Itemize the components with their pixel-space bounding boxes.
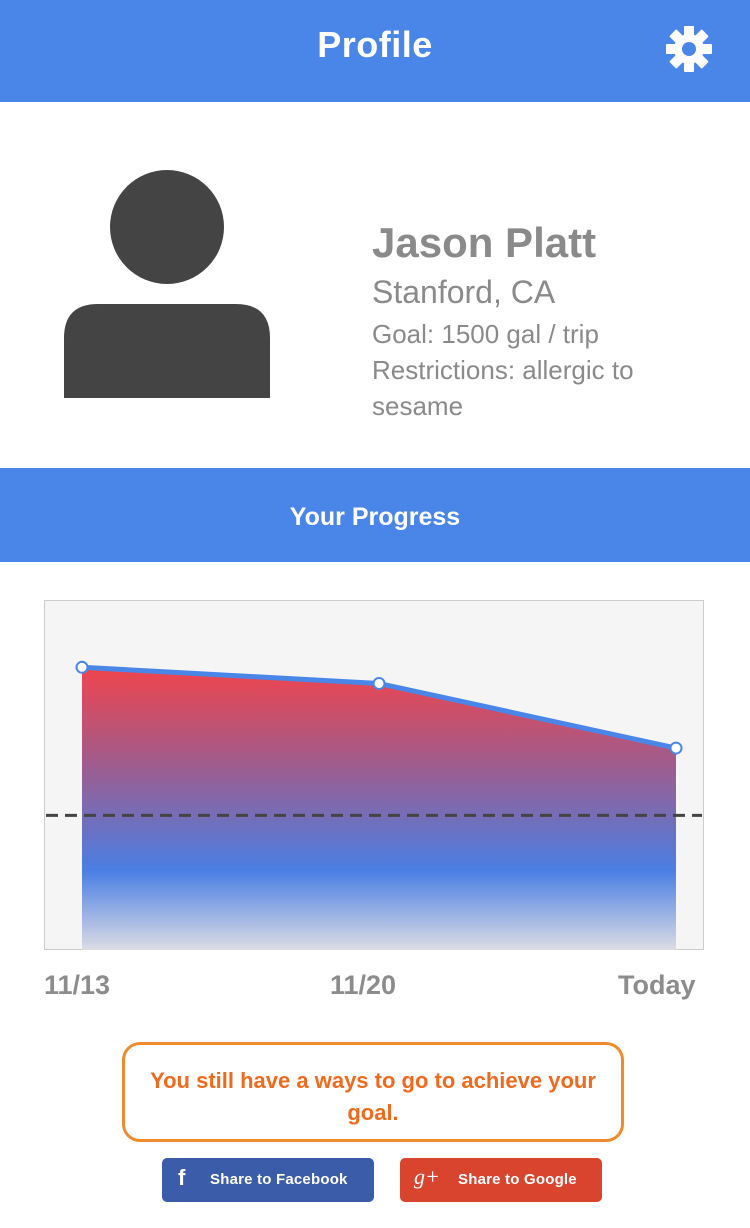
top-app-bar: Profile [0, 0, 750, 102]
progress-header-label: Your Progress [289, 503, 461, 531]
share-google-label: Share to Google [458, 1171, 577, 1188]
profile-location: Stanford, CA [372, 274, 556, 310]
progress-chart [44, 600, 704, 950]
user-avatar-icon [64, 170, 270, 398]
data-point[interactable] [75, 660, 89, 674]
progress-message: You still have a ways to go to achieve y… [122, 1042, 624, 1142]
x-tick-label: 11/20 [330, 970, 397, 1000]
data-point[interactable] [669, 741, 683, 755]
share-facebook-button[interactable]: f Share to Facebook [162, 1158, 374, 1202]
progress-header: Your Progress [0, 468, 750, 562]
profile-section: Jason Platt Stanford, CA Goal: 1500 gal … [0, 102, 750, 468]
profile-name: Jason Platt [372, 219, 597, 266]
data-point[interactable] [372, 676, 386, 690]
x-tick-label: Today [618, 970, 696, 1000]
gear-icon[interactable] [664, 24, 714, 74]
share-google-button[interactable]: g+ Share to Google [400, 1158, 602, 1202]
page-title: Profile [317, 24, 433, 65]
google-plus-icon: g+ [414, 1164, 440, 1189]
facebook-icon: f [178, 1165, 186, 1190]
x-tick-label: 11/13 [44, 970, 111, 1000]
profile-restrictions: Restrictions: allergic to sesame [372, 355, 634, 421]
profile-goal: Goal: 1500 gal / trip [372, 319, 599, 349]
share-facebook-label: Share to Facebook [210, 1171, 348, 1188]
